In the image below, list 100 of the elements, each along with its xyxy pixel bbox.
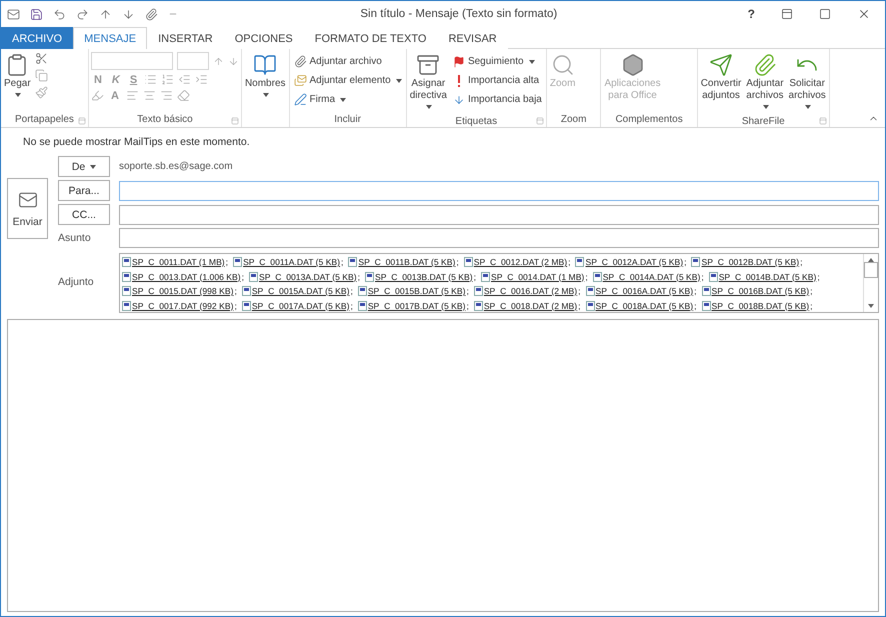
file-icon <box>358 300 367 311</box>
ribbon-button[interactable]: Nombres <box>244 52 287 103</box>
attachment-link[interactable]: SP_C_0015A.DAT (5 KB) <box>252 284 350 298</box>
ribbon-button[interactable]: Pegar <box>3 52 32 103</box>
attachment-link[interactable]: SP_C_0018B.DAT (5 KB) <box>712 298 810 312</box>
separator-text: ; <box>466 300 469 312</box>
attachment-link[interactable]: SP_C_0018.DAT (2 MB) <box>484 298 578 312</box>
scrollbar[interactable] <box>863 254 878 312</box>
ribbon-button[interactable]: Importancia baja <box>450 90 544 109</box>
separator-text: ; <box>474 270 476 284</box>
shrink-font-icon <box>228 56 239 66</box>
ribbon-display-icon <box>781 8 793 20</box>
numbered-list-icon <box>161 73 174 86</box>
attachment-link[interactable]: SP_C_0014B.DAT (5 KB) <box>718 270 816 284</box>
ribbon-button[interactable]: Adjuntar archivos <box>745 52 785 115</box>
caret-icon <box>426 105 432 110</box>
attachment-link[interactable]: SP_C_0011.DAT (1 MB) <box>132 255 225 270</box>
attachment-link[interactable]: SP_C_0013A.DAT (5 KB) <box>259 270 357 284</box>
attachment-link[interactable]: SP_C_0017B.DAT (5 KB) <box>368 298 466 312</box>
attachment-link[interactable]: SP_C_0016.DAT (2 MB) <box>484 284 578 298</box>
caret-icon <box>263 93 270 98</box>
highlighter-icon <box>90 89 104 102</box>
separator-text: ; <box>350 300 353 312</box>
attachment-link[interactable]: SP_C_0012.DAT (2 MB) <box>474 255 568 270</box>
attachment-link[interactable]: SP_C_0016A.DAT (5 KB) <box>596 284 694 298</box>
file-icon <box>122 272 131 282</box>
send-button[interactable]: Enviar <box>7 178 48 239</box>
from-button[interactable]: De <box>58 156 110 177</box>
separator-text: ; <box>694 285 697 298</box>
font-size-field[interactable] <box>176 52 209 70</box>
signature-icon <box>294 93 307 106</box>
attachment-link[interactable]: SP_C_0018A.DAT (5 KB) <box>596 298 694 312</box>
file-icon <box>365 272 374 282</box>
redo-icon <box>76 8 89 20</box>
separator-text: ; <box>701 270 704 284</box>
attachment-link[interactable]: SP_C_0016B.DAT (5 KB) <box>712 284 810 298</box>
subject-label: Asunto <box>58 232 92 244</box>
search-icon <box>550 53 575 77</box>
cc-field[interactable] <box>119 204 879 224</box>
file-icon <box>481 272 490 282</box>
ribbon-button[interactable]: Seguimiento <box>450 52 544 71</box>
eraser-icon <box>176 89 190 102</box>
attachment-link[interactable]: SP_C_0011B.DAT (5 KB) <box>358 255 456 270</box>
ribbon-tab[interactable]: MENSAJE <box>73 27 148 49</box>
scroll-down-icon <box>868 304 874 308</box>
maximize-icon <box>819 8 831 20</box>
indent-decrease-icon <box>178 73 192 86</box>
help-button[interactable]: ? <box>740 7 763 21</box>
attachment-link[interactable]: SP_C_0013.DAT (1.006 KB) <box>132 270 241 284</box>
cc-button[interactable]: CC... <box>58 204 110 225</box>
attach-item-icon <box>294 74 307 87</box>
file-tab[interactable]: ARCHIVO <box>1 27 74 49</box>
grow-font-icon <box>212 56 224 66</box>
hexagon-icon <box>620 53 645 77</box>
scroll-thumb[interactable] <box>864 262 878 278</box>
ribbon-button[interactable]: Importancia alta <box>450 71 544 90</box>
attachment-link[interactable]: SP_C_0013B.DAT (5 KB) <box>375 270 473 284</box>
undo-icon <box>53 8 66 20</box>
ribbon-button[interactable]: Adjuntar elemento <box>292 71 404 90</box>
font-name-field[interactable] <box>90 52 173 70</box>
attachment-link[interactable]: SP_C_0012A.DAT (5 KB) <box>585 255 684 270</box>
ribbon-button[interactable]: Convertir adjuntos <box>700 52 742 103</box>
separator-text: ; <box>456 256 459 269</box>
separator-text: ; <box>684 256 686 269</box>
caret-icon <box>396 78 402 82</box>
attachment-link[interactable]: SP_C_0012B.DAT (5 KB) <box>701 255 800 270</box>
ribbon-button[interactable]: Asignar directiva <box>408 52 448 115</box>
ribbon-button[interactable]: Firma <box>292 90 404 109</box>
attachment-link[interactable]: SP_C_0014A.DAT (5 KB) <box>602 270 700 284</box>
attachment-link[interactable]: SP_C_0017A.DAT (5 KB) <box>252 298 350 312</box>
paperclip-icon <box>752 53 777 77</box>
scissors-icon <box>34 52 48 65</box>
align-right-icon <box>160 89 173 102</box>
caret-icon <box>15 93 22 98</box>
launcher-icon <box>536 117 544 125</box>
exclamation-icon <box>456 74 461 86</box>
group-label: Complementos <box>615 114 683 125</box>
separator-text: ; <box>578 285 581 298</box>
separator-text: ; <box>466 285 469 298</box>
to-field[interactable] <box>119 180 879 200</box>
from-address: soporte.sb.es@sage.com <box>119 160 234 174</box>
attachment-link[interactable]: SP_C_0015.DAT (998 KB) <box>132 284 234 298</box>
ribbon-button[interactable]: Solicitar archivos <box>788 52 827 115</box>
attachment-link[interactable]: SP_C_0015B.DAT (5 KB) <box>368 284 466 298</box>
file-icon <box>575 257 584 268</box>
separator-text: ; <box>234 285 237 298</box>
subject-field[interactable] <box>119 228 879 248</box>
attachment-link[interactable]: SP_C_0017.DAT (992 KB) <box>132 298 234 312</box>
separator-text: ; <box>234 300 237 312</box>
attachment-link[interactable]: SP_C_0011A.DAT (5 KB) <box>243 255 340 270</box>
attachment-link[interactable]: SP_C_0014.DAT (1 MB) <box>491 270 584 284</box>
arrow-down-icon <box>452 94 465 106</box>
file-icon <box>122 300 131 311</box>
separator-text: ; <box>810 285 813 298</box>
window-title: Sin título - Mensaje (Texto sin formato) <box>359 8 558 20</box>
ribbon-button[interactable]: Adjuntar archivo <box>292 52 404 71</box>
file-icon <box>242 300 251 311</box>
to-button[interactable]: Para... <box>58 180 110 201</box>
caret-icon <box>90 164 96 169</box>
save-icon <box>30 8 43 20</box>
